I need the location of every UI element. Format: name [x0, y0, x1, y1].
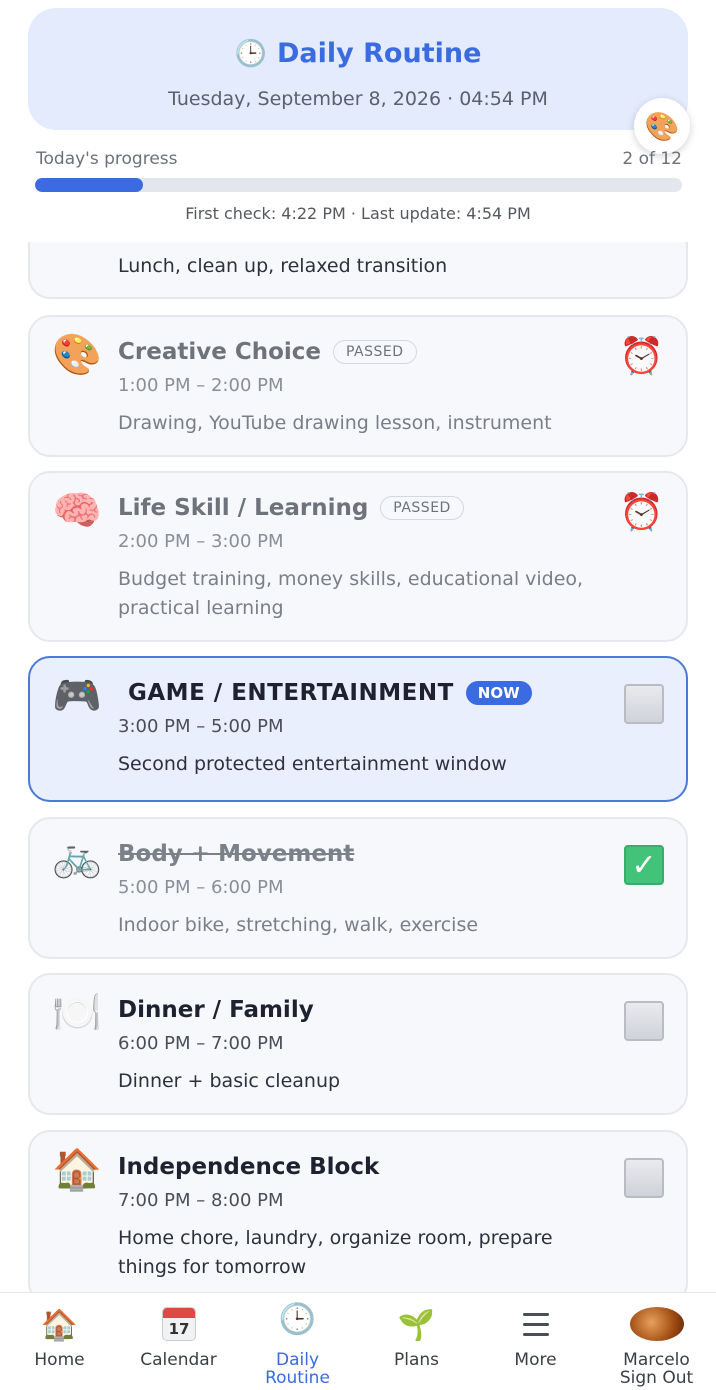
routine-title: GAME / ENTERTAINMENT: [128, 680, 454, 706]
nav-account[interactable]: Marcelo Sign Out: [597, 1293, 716, 1390]
routine-title: Body + Movement: [118, 841, 355, 867]
clock-icon: 🕒: [278, 1302, 317, 1337]
complete-checkbox-checked[interactable]: ✓: [624, 845, 664, 885]
routine-desc: Drawing, YouTube drawing lesson, instrum…: [118, 412, 552, 434]
game-controller-icon: 🎮: [52, 673, 102, 719]
complete-checkbox[interactable]: [624, 1001, 664, 1041]
routine-title: Creative Choice: [118, 339, 321, 365]
page-title-row: 🕒 Daily Routine: [28, 38, 688, 69]
now-badge: NOW: [465, 681, 532, 705]
nav-home[interactable]: 🏠 Home: [0, 1293, 119, 1390]
progress-meta: First check: 4:22 PM · Last update: 4:54…: [185, 204, 531, 223]
avatar-icon: [630, 1307, 684, 1341]
alarm-clock-icon: ⏰: [619, 336, 664, 377]
routine-desc: Dinner + basic cleanup: [118, 1070, 341, 1092]
routine-desc: Budget training, money skills, education…: [118, 568, 584, 619]
routine-time: 2:00 PM – 3:00 PM: [118, 531, 284, 552]
nav-label: Daily: [275, 1350, 319, 1370]
routine-desc: Indoor bike, stretching, walk, exercise: [118, 914, 479, 936]
routine-card[interactable]: 🧠 Life Skill / Learning PASSED 2:00 PM –…: [28, 471, 688, 642]
brain-icon: 🧠: [52, 488, 102, 534]
palette-icon: 🎨: [644, 109, 680, 143]
progress-bar: [35, 178, 682, 192]
nav-label: Plans: [393, 1350, 440, 1370]
house-icon: 🏠: [52, 1147, 102, 1193]
title-row: Independence Block: [118, 1154, 379, 1180]
nav-more[interactable]: More: [476, 1293, 595, 1390]
nav-label-line2: Routine: [265, 1368, 330, 1388]
header-card: 🕒 Daily Routine Tuesday, September 8, 20…: [28, 8, 688, 130]
routine-title: Dinner / Family: [118, 997, 314, 1023]
checkmark-icon: ✓: [631, 847, 657, 883]
sign-out-label[interactable]: Sign Out: [597, 1369, 716, 1387]
routine-card[interactable]: 🚲 Body + Movement 5:00 PM – 6:00 PM Indo…: [28, 817, 688, 959]
routine-time: 5:00 PM – 6:00 PM: [118, 877, 284, 898]
routine-time: 7:00 PM – 8:00 PM: [118, 1190, 284, 1211]
status-badge: PASSED: [333, 340, 417, 364]
nav-daily-routine[interactable]: 🕒 Daily Routine: [238, 1293, 357, 1390]
clock-icon: 🕒: [234, 38, 267, 69]
routine-card[interactable]: 🏠 Independence Block 7:00 PM – 8:00 PM H…: [28, 1130, 688, 1292]
progress-bar-fill: [35, 178, 143, 192]
title-row: Life Skill / Learning PASSED: [118, 495, 464, 521]
nav-label: Home: [34, 1350, 85, 1370]
nav-calendar[interactable]: 17 Calendar: [119, 1293, 238, 1390]
nav-plans[interactable]: 🌱 Plans: [357, 1293, 476, 1390]
theme-palette-button[interactable]: 🎨: [634, 98, 690, 154]
palette-icon: 🎨: [52, 332, 102, 378]
routine-card-current[interactable]: 🎮 GAME / ENTERTAINMENT NOW 3:00 PM – 5:0…: [28, 656, 688, 802]
title-row: Creative Choice PASSED: [118, 339, 417, 365]
nav-label: Calendar: [140, 1350, 217, 1370]
date-time-subtitle: Tuesday, September 8, 2026 · 04:54 PM: [168, 88, 548, 110]
routine-card[interactable]: 🍽️ Dinner / Family 6:00 PM – 7:00 PM Din…: [28, 973, 688, 1115]
routine-card-partial[interactable]: Lunch, clean up, relaxed transition: [28, 242, 688, 299]
calendar-day: 17: [168, 1320, 190, 1338]
routine-desc: Home chore, laundry, organize room, prep…: [118, 1227, 553, 1278]
plate-icon: 🍽️: [52, 990, 102, 1036]
title-row: Body + Movement: [118, 841, 354, 867]
routine-title: Life Skill / Learning: [118, 495, 369, 521]
title-row: GAME / ENTERTAINMENT NOW: [128, 680, 532, 706]
routine-desc: Second protected entertainment window: [118, 753, 507, 775]
title-row: Dinner / Family: [118, 997, 314, 1023]
progress-label: Today's progress: [36, 149, 178, 169]
routine-time: 6:00 PM – 7:00 PM: [118, 1033, 284, 1054]
routine-desc: Lunch, clean up, relaxed transition: [118, 255, 448, 277]
complete-checkbox[interactable]: [624, 684, 664, 724]
routine-card[interactable]: 🎨 Creative Choice PASSED 1:00 PM – 2:00 …: [28, 315, 688, 457]
routine-time: 3:00 PM – 5:00 PM: [118, 716, 284, 737]
alarm-clock-icon: ⏰: [619, 492, 664, 533]
nav-label: More: [514, 1350, 557, 1370]
calendar-icon: 17: [162, 1307, 196, 1341]
page-title: Daily Routine: [276, 38, 482, 69]
menu-icon: [523, 1313, 549, 1343]
complete-checkbox[interactable]: [624, 1158, 664, 1198]
routine-title: Independence Block: [118, 1154, 380, 1180]
seedling-icon: 🌱: [397, 1308, 436, 1343]
status-badge: PASSED: [380, 496, 464, 520]
nav-label: Marcelo: [623, 1350, 690, 1370]
progress-count: 2 of 12: [622, 149, 682, 169]
bicycle-icon: 🚲: [52, 834, 102, 880]
bottom-nav: 🏠 Home 17 Calendar 🕒 Daily Routine 🌱 Pla…: [0, 1292, 716, 1390]
house-icon: 🏠: [40, 1308, 79, 1343]
routine-list[interactable]: Lunch, clean up, relaxed transition 🎨 Cr…: [0, 242, 716, 1292]
routine-time: 1:00 PM – 2:00 PM: [118, 375, 284, 396]
